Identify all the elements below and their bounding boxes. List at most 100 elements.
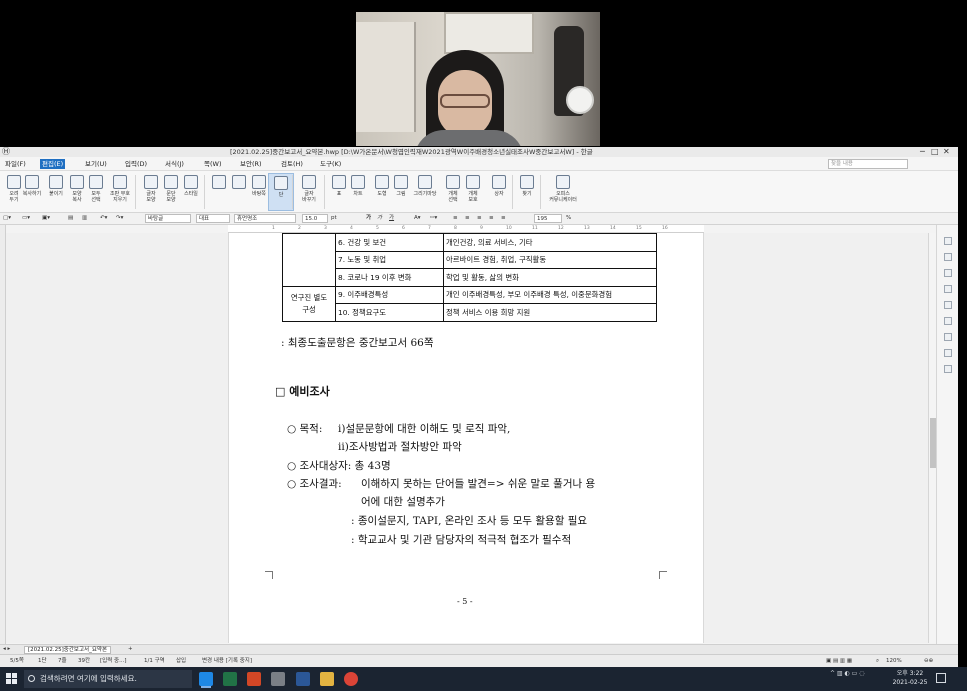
hwp-taskbar-app[interactable] bbox=[199, 672, 213, 686]
menu-view[interactable]: 보기(U) bbox=[83, 159, 109, 169]
text-color-icon[interactable]: A▾ bbox=[414, 214, 421, 223]
clear-format-icon bbox=[113, 175, 127, 189]
align-center-icon[interactable]: ≡ bbox=[477, 214, 482, 223]
object-protect-button[interactable]: 개체 보호 bbox=[460, 173, 486, 211]
sidebar-icon[interactable] bbox=[944, 365, 952, 373]
picture-button[interactable]: 그림 bbox=[388, 173, 414, 211]
columns-button[interactable]: 단 bbox=[268, 173, 294, 211]
copy-button[interactable]: 복사하기 bbox=[19, 173, 45, 211]
sidebar-icon[interactable] bbox=[944, 285, 952, 293]
replace-button[interactable]: 글자 바꾸기 bbox=[296, 173, 322, 211]
table-group-cell: 연구진 별도 구성 bbox=[282, 285, 336, 322]
align-right-icon[interactable]: ≡ bbox=[489, 214, 494, 223]
sidebar-icon[interactable] bbox=[944, 237, 952, 245]
undo-icon[interactable]: ↶▾ bbox=[100, 214, 107, 223]
vertical-scrollbar[interactable] bbox=[928, 233, 936, 643]
windows-logo-icon bbox=[12, 679, 17, 684]
minimize-button[interactable]: ─ bbox=[920, 147, 925, 157]
windows-taskbar: 검색하려면 여기에 입력하세요. ^ ▥ ◐ ▭ ◌ 오후 3:22 2021-… bbox=[0, 667, 967, 691]
select-all-button[interactable]: 모두 선택 bbox=[83, 173, 109, 211]
menu-tools[interactable]: 도구(K) bbox=[318, 159, 343, 169]
menu-insert[interactable]: 입력(D) bbox=[123, 159, 149, 169]
word-taskbar-app[interactable] bbox=[296, 672, 310, 686]
menu-format[interactable]: 서식(J) bbox=[163, 159, 186, 169]
style-button[interactable]: 스타일 bbox=[178, 173, 204, 211]
sidebar-icon[interactable] bbox=[944, 333, 952, 341]
document-page[interactable]: 6. 건강 및 보건 개인건강, 의료 서비스, 기타 7. 노동 및 취업 아… bbox=[228, 233, 704, 643]
redo-icon[interactable]: ↷▾ bbox=[116, 214, 123, 223]
sidebar-icon[interactable] bbox=[944, 349, 952, 357]
tab-prev-icon[interactable]: ◂ ▸ bbox=[3, 645, 10, 654]
menu-edit[interactable]: 편집(E) bbox=[40, 159, 66, 169]
maximize-button[interactable]: □ bbox=[931, 147, 939, 157]
sidebar-icon[interactable] bbox=[944, 269, 952, 277]
new-doc-icon[interactable]: ▢▾ bbox=[3, 214, 11, 223]
italic-button[interactable]: 가 bbox=[377, 214, 382, 223]
zoom-magnifier-icon[interactable]: ⌕ bbox=[876, 657, 879, 666]
office-communicator-button[interactable]: 오피스 커뮤니케이터 bbox=[544, 173, 582, 211]
highlight-icon[interactable]: ꟷ▾ bbox=[430, 214, 437, 223]
lock-icon bbox=[466, 175, 480, 189]
open-icon[interactable]: ▭▾ bbox=[22, 214, 30, 223]
horizontal-ruler[interactable]: 1 2 3 4 5 6 7 8 9 10 11 12 13 14 15 16 bbox=[228, 225, 704, 233]
status-bar: 5/5쪽 1단 7줄 39칸 [입력 중...] 1/1 구역 삽입 변경 내용… bbox=[0, 654, 958, 667]
align-left-icon[interactable]: ≡ bbox=[465, 214, 470, 223]
font-unit[interactable]: pt bbox=[331, 214, 337, 223]
powerpoint-taskbar-app[interactable] bbox=[247, 672, 261, 686]
page-icon bbox=[212, 175, 226, 189]
table-row: 연구진 별도 구성 9. 이주배경특성 개인 이주배경특성, 부모 이주배경 특… bbox=[282, 285, 657, 322]
ribbon-search-input[interactable]: 찾을 내용 bbox=[828, 159, 908, 169]
line-spacing-input[interactable]: 195 bbox=[534, 214, 562, 223]
bold-button[interactable]: 가 bbox=[366, 214, 371, 223]
taskbar-clock[interactable]: 오후 3:22 2021-02-25 bbox=[888, 669, 932, 687]
style-select[interactable]: 바탕글 bbox=[145, 214, 191, 223]
chrome-taskbar-app[interactable] bbox=[344, 672, 358, 686]
save-icon[interactable]: ▣▾ bbox=[42, 214, 50, 223]
align-justify-icon[interactable]: ≡ bbox=[453, 214, 458, 223]
purpose-label: ○ 목적: bbox=[287, 423, 323, 435]
camera-taskbar-app[interactable] bbox=[271, 672, 285, 686]
chart-icon bbox=[351, 175, 365, 189]
view-mode-icons[interactable]: ▣ ▤ ▥ ▦ bbox=[826, 657, 852, 666]
ruler-tick: 9 bbox=[480, 226, 483, 231]
font-select[interactable]: 휴먼명조 bbox=[234, 214, 296, 223]
ruler-tick: 7 bbox=[428, 226, 431, 231]
crop-mark-left bbox=[265, 571, 273, 579]
excel-taskbar-app[interactable] bbox=[223, 672, 237, 686]
table-group-cell bbox=[282, 233, 336, 287]
menu-page[interactable]: 쪽(W) bbox=[202, 159, 223, 169]
windows-start-button[interactable] bbox=[6, 673, 18, 685]
columns-icon bbox=[274, 176, 288, 190]
chart-button[interactable]: 차트 bbox=[345, 173, 371, 211]
sidebar-icon[interactable] bbox=[944, 253, 952, 261]
status-track-changes[interactable]: 변경 내용 [기록 중지] bbox=[202, 657, 252, 666]
sidebar-icon[interactable] bbox=[944, 301, 952, 309]
find-button[interactable]: 찾기 bbox=[514, 173, 540, 211]
file-explorer-taskbar-app[interactable] bbox=[320, 672, 334, 686]
result-line-1a: 이해하지 못하는 단어들 발견=> 쉬운 말로 풀거나 용 bbox=[361, 478, 596, 490]
notification-icon[interactable] bbox=[936, 673, 946, 683]
menu-review[interactable]: 검토(H) bbox=[279, 159, 305, 169]
system-tray-icons[interactable]: ^ ▥ ◐ ▭ ◌ bbox=[830, 670, 864, 677]
status-insert[interactable]: 삽입 bbox=[176, 657, 186, 666]
font-size-input[interactable]: 15.0 bbox=[302, 214, 328, 223]
preview-icon[interactable]: ▥ bbox=[82, 214, 87, 223]
sidebar-icon[interactable] bbox=[944, 317, 952, 325]
align-distribute-icon[interactable]: ≡ bbox=[501, 214, 506, 223]
document-tab[interactable]: [2021.02.25]중간보고서_요약본 bbox=[24, 646, 112, 654]
print-icon[interactable]: ▤ bbox=[68, 214, 73, 223]
language-select[interactable]: 대표 bbox=[196, 214, 230, 223]
underline-button[interactable]: 가 bbox=[389, 214, 394, 223]
box-button[interactable]: 상자 bbox=[486, 173, 512, 211]
new-tab-button[interactable]: + bbox=[128, 645, 133, 654]
drawing-gallery-button[interactable]: 그리기마당 bbox=[412, 173, 438, 211]
taskbar-search-input[interactable]: 검색하려면 여기에 입력하세요. bbox=[24, 670, 192, 688]
zoom-level[interactable]: 120% bbox=[886, 657, 902, 666]
menu-file[interactable]: 파일(F) bbox=[3, 159, 28, 169]
close-button[interactable]: ✕ bbox=[943, 147, 950, 157]
remove-codes-button[interactable]: 조판 부호 지우기 bbox=[107, 173, 133, 211]
ribbon-separator bbox=[540, 175, 541, 209]
zoom-controls[interactable]: ⊖⊕ bbox=[924, 657, 933, 666]
menu-security[interactable]: 보안(R) bbox=[238, 159, 264, 169]
table-cell-detail: 개인건강, 의료 서비스, 기타 bbox=[443, 233, 657, 252]
